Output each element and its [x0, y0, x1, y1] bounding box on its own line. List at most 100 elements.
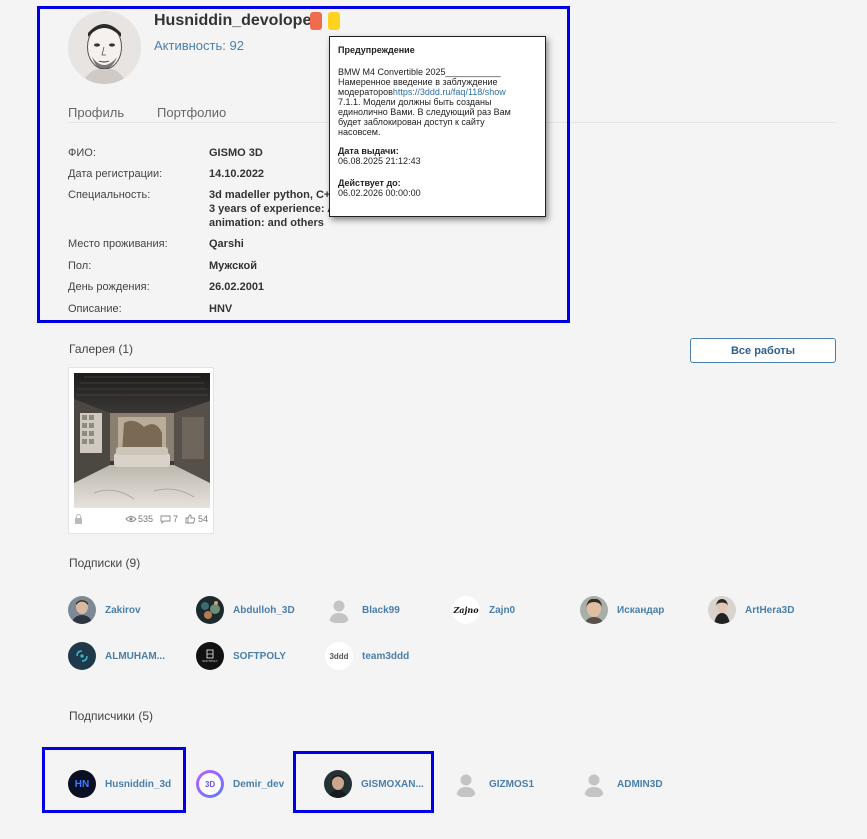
gallery-thumbnail[interactable] [74, 373, 210, 508]
avatar[interactable] [324, 770, 352, 798]
detail-value-specialty-3: animation: and others [209, 217, 324, 229]
profile-avatar [68, 11, 141, 84]
comments-count: 7 [173, 514, 179, 524]
avatar-logo-text: 3D [204, 779, 216, 789]
gallery-title: Галерея (1) [69, 342, 134, 356]
avatar-logo-text: Zajno [453, 605, 479, 615]
detail-label-fio: ФИО: [68, 147, 96, 159]
detail-label-residence: Место проживания: [68, 238, 168, 250]
person-name[interactable]: Black99 [362, 605, 400, 616]
detail-label-description: Описание: [68, 303, 122, 315]
subscription-almuham[interactable]: ALMUHAM... [68, 642, 165, 670]
gallery-card-stats: 535 7 54 [69, 514, 213, 528]
detail-value-birthday: 26.02.2001 [209, 281, 265, 293]
tooltip-line-6: будет заблокирован доступ к сайту [338, 117, 485, 127]
subscriber-gizmos1[interactable]: GIZMOS1 [452, 770, 534, 798]
warning-badge-red[interactable] [310, 12, 322, 30]
detail-value-description: HNV [209, 303, 233, 315]
warning-badge-yellow[interactable] [328, 12, 340, 30]
tab-portfolio[interactable]: Портфолио [157, 105, 226, 120]
subscription-black99[interactable]: Black99 [325, 596, 400, 624]
avatar[interactable] [68, 642, 96, 670]
faq-link[interactable]: https://3ddd.ru/faq/118/show [393, 87, 506, 97]
warning-tooltip: Предупреждение BMW M4 Convertible 2025__… [329, 36, 546, 217]
subscription-arthera[interactable]: ArtHera3D [708, 596, 794, 624]
comment-icon [160, 515, 171, 526]
subscription-zajn0[interactable]: Zajno Zajn0 [452, 596, 515, 624]
all-works-button[interactable]: Все работы [690, 338, 836, 363]
person-name[interactable]: GIZMOS1 [489, 779, 534, 790]
avatar[interactable]: 3ddd [325, 642, 353, 670]
avatar-logo-text: 3ddd [329, 651, 349, 661]
detail-value-gender: Мужской [209, 260, 258, 272]
tooltip-line-4: 7.1.1. Модели должны быть созданы [338, 97, 492, 107]
tooltip-line-5: единолично Вами. В следующий раз Вам [338, 107, 511, 117]
subscribers-title: Подписчики (5) [69, 709, 154, 723]
detail-label-birthday: День рождения: [68, 281, 150, 293]
subscription-abdulloh[interactable]: Abdulloh_3D [196, 596, 295, 624]
avatar[interactable] [325, 596, 353, 624]
tooltip-title: Предупреждение [338, 45, 415, 55]
tooltip-line-3-prefix: модераторов [338, 87, 393, 97]
views-count: 535 [138, 514, 154, 524]
detail-label-gender: Пол: [68, 260, 92, 272]
subscription-iskandar[interactable]: Искандар [580, 596, 664, 624]
like-icon [185, 514, 196, 526]
detail-value-fio: GISMO 3D [209, 147, 263, 159]
tooltip-valid-label: Действует до: [338, 178, 401, 188]
person-name[interactable]: ArtHera3D [745, 605, 794, 616]
tooltip-issued-label: Дата выдачи: [338, 146, 399, 156]
avatar[interactable] [580, 596, 608, 624]
tab-profile[interactable]: Профиль [68, 105, 124, 120]
profile-username: Husniddin_devoloper [154, 12, 318, 29]
subscriptions-title: Подписки (9) [69, 556, 141, 570]
avatar[interactable]: 3D [196, 770, 224, 798]
lock-icon [75, 514, 82, 526]
activity-value: 92 [229, 38, 244, 53]
person-name[interactable]: ADMIN3D [617, 779, 663, 790]
avatar[interactable] [452, 770, 480, 798]
subscriber-demir-dev[interactable]: 3D Demir_dev [196, 770, 284, 798]
tooltip-line-7: насовсем. [338, 127, 381, 137]
person-name[interactable]: Искандар [617, 605, 664, 616]
subscriber-admin3d[interactable]: ADMIN3D [580, 770, 663, 798]
subscriber-husniddin-3d[interactable]: HN Husniddin_3d [68, 770, 171, 798]
tooltip-issued-value: 06.08.2025 21:12:43 [338, 156, 421, 166]
avatar-logo-text: SOFTPOLY [202, 659, 218, 663]
person-name[interactable]: Zakirov [105, 605, 141, 616]
person-name[interactable]: SOFTPOLY [233, 651, 286, 662]
likes-count: 54 [198, 514, 209, 524]
tooltip-valid-value: 06.02.2026 00:00:00 [338, 188, 421, 198]
subscription-team3ddd[interactable]: 3ddd team3ddd [325, 642, 409, 670]
avatar[interactable] [68, 596, 96, 624]
tooltip-line-1: BMW M4 Convertible 2025___________ [338, 67, 501, 77]
activity-label: Активность: [154, 38, 226, 53]
detail-label-specialty: Специальность: [68, 189, 151, 201]
detail-value-residence: Qarshi [209, 238, 244, 250]
person-name[interactable]: Demir_dev [233, 779, 284, 790]
avatar[interactable] [196, 596, 224, 624]
subscriber-gismoxan[interactable]: GISMOXAN... [324, 770, 424, 798]
detail-value-specialty-2: 3 years of experience: An [209, 203, 342, 215]
person-name[interactable]: team3ddd [362, 651, 409, 662]
person-name[interactable]: Abdulloh_3D [233, 605, 295, 616]
avatar[interactable] [580, 770, 608, 798]
eye-icon [125, 515, 137, 525]
activity-score: Активность: 92 [154, 38, 244, 53]
detail-label-registration: Дата регистрации: [68, 168, 163, 180]
gallery-card[interactable]: 535 7 54 [68, 367, 214, 534]
person-name[interactable]: Zajn0 [489, 605, 515, 616]
avatar[interactable] [708, 596, 736, 624]
avatar[interactable]: SOFTPOLY [196, 642, 224, 670]
avatar[interactable]: Zajno [452, 596, 480, 624]
avatar-logo-text: HN [74, 778, 90, 790]
detail-value-registration: 14.10.2022 [209, 168, 265, 180]
subscription-softpoly[interactable]: SOFTPOLY SOFTPOLY [196, 642, 286, 670]
person-name[interactable]: ALMUHAM... [105, 651, 165, 662]
tooltip-line-3: модераторовhttps://3ddd.ru/faq/118/show [338, 87, 537, 97]
person-name[interactable]: Husniddin_3d [105, 779, 171, 790]
subscription-zakirov[interactable]: Zakirov [68, 596, 141, 624]
avatar[interactable]: HN [68, 770, 96, 798]
person-name[interactable]: GISMOXAN... [361, 779, 424, 790]
detail-value-specialty-1: 3d madeller python, C++ J [209, 189, 346, 201]
